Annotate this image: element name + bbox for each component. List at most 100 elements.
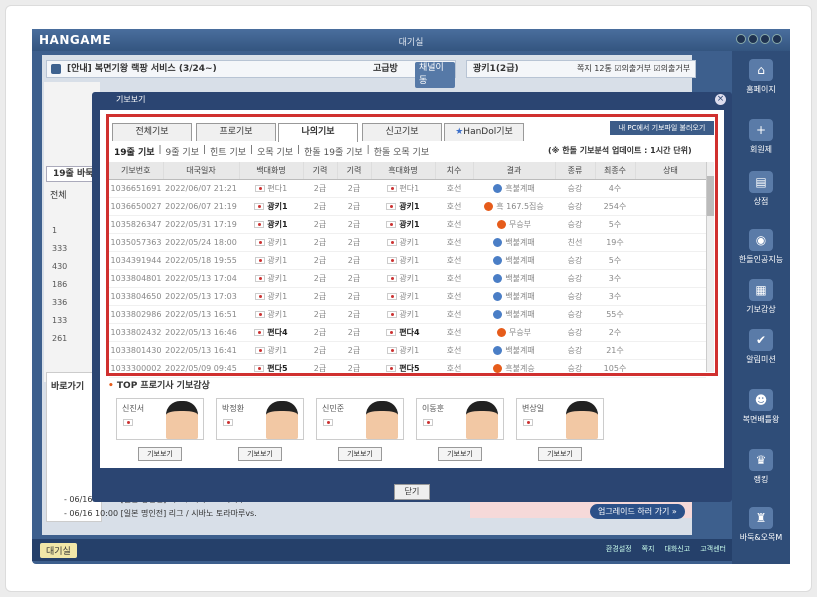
pro-card[interactable]: 이동훈 bbox=[416, 398, 504, 440]
sidebar-item-watch[interactable]: ▦ 기보감상 bbox=[736, 279, 786, 315]
column-header[interactable]: 흑대화명 bbox=[371, 162, 436, 180]
list-item[interactable]: 336 bbox=[52, 294, 67, 312]
waiting-room-label[interactable]: 대기실 bbox=[40, 543, 77, 558]
pro-card[interactable]: 신민준 bbox=[316, 398, 404, 440]
tab-19line[interactable]: 19줄 바둑 bbox=[46, 166, 98, 182]
tab-all-records[interactable]: 전체기보 bbox=[112, 123, 192, 141]
pro-card[interactable]: 신진서 bbox=[116, 398, 204, 440]
help-icon[interactable] bbox=[736, 34, 746, 44]
table-cell: 승강 bbox=[555, 323, 595, 342]
sidebar-label: 복면배틀왕 bbox=[742, 415, 780, 424]
table-row[interactable]: 1033300002 2022/05/09 09:45 편다5 2급 2급 편다5 호선… bbox=[109, 359, 706, 378]
column-header[interactable]: 기력 bbox=[303, 162, 338, 180]
tab-my-records[interactable]: 나의기보 bbox=[278, 123, 358, 142]
ticker-line[interactable]: - 06/16 10:00 [일본 명인전] 리그 / 시바노 토라마루vs. bbox=[64, 507, 257, 521]
subtab-handol-omok[interactable]: 한돌 오목 기보 bbox=[374, 145, 429, 158]
table-row[interactable]: 1036651691 2022/06/07 21:21 편다1 2급 2급 편다1 호선… bbox=[109, 179, 706, 198]
table-cell: 2급 bbox=[303, 215, 337, 234]
pro-card[interactable]: 변상일 bbox=[516, 398, 604, 440]
list-item[interactable]: 430 bbox=[52, 258, 67, 276]
cell-text: 백불계패 bbox=[505, 255, 535, 265]
korea-flag-icon bbox=[254, 220, 265, 228]
view-record-button[interactable]: 기보보기 bbox=[238, 447, 282, 461]
table-row[interactable]: 1034391944 2022/05/18 19:55 광키1 2급 2급 광키1 호선… bbox=[109, 251, 706, 270]
window-title: 대기실 bbox=[398, 38, 424, 48]
table-cell: 편다1 bbox=[239, 179, 303, 198]
tab-reported-records[interactable]: 신고기보 bbox=[362, 123, 442, 141]
load-pc-file-button[interactable]: 내 PC에서 기보파일 불러오기 bbox=[610, 121, 714, 135]
table-scrollbar[interactable] bbox=[706, 162, 714, 372]
cell-text: 2022/05/18 19:55 bbox=[165, 255, 237, 265]
column-header[interactable]: 치수 bbox=[435, 162, 474, 180]
table-row[interactable]: 1033802986 2022/05/13 16:51 광키1 2급 2급 광키1 호선… bbox=[109, 305, 706, 324]
column-header[interactable]: 최종수 bbox=[595, 162, 636, 180]
cell-text: 2022/05/24 18:00 bbox=[165, 237, 237, 247]
maximize-icon[interactable] bbox=[760, 34, 770, 44]
tab-pro-records[interactable]: 프로기보 bbox=[196, 123, 276, 141]
sidebar-item-plus[interactable]: + 회원제 bbox=[736, 119, 786, 155]
sidebar-item-home[interactable]: ⌂ 홈페이지 bbox=[736, 59, 786, 95]
close-icon[interactable] bbox=[772, 34, 782, 44]
minimize-icon[interactable] bbox=[748, 34, 758, 44]
list-item[interactable]: 333 bbox=[52, 240, 67, 258]
list-item[interactable]: 186 bbox=[52, 276, 67, 294]
dialog-close-button[interactable]: 닫기 bbox=[394, 484, 430, 500]
list-item[interactable]: 1 bbox=[52, 222, 67, 240]
close-icon[interactable]: × bbox=[715, 94, 726, 105]
settings-link[interactable]: 환경설정 bbox=[606, 544, 632, 554]
support-link[interactable]: 고객센터 bbox=[700, 544, 726, 554]
column-header[interactable]: 기보번호 bbox=[109, 162, 164, 180]
table-row[interactable]: 1033802432 2022/05/13 16:46 편다4 2급 2급 편다4 호선… bbox=[109, 323, 706, 342]
subtab-hint[interactable]: 힌트 기보 bbox=[210, 145, 246, 158]
subtab-9line[interactable]: 9줄 기보 bbox=[166, 145, 199, 158]
sidebar-item-mission[interactable]: ✔ 알림미션 bbox=[736, 329, 786, 365]
column-header[interactable]: 대국일자 bbox=[163, 162, 240, 180]
subtab-19line[interactable]: 19줄 기보 bbox=[114, 145, 155, 158]
table-cell: 백불계패 bbox=[473, 251, 555, 270]
view-record-button[interactable]: 기보보기 bbox=[538, 447, 582, 461]
scroll-thumb[interactable] bbox=[707, 176, 714, 216]
view-record-button[interactable]: 기보보기 bbox=[138, 447, 182, 461]
message-link[interactable]: 쪽지 bbox=[642, 544, 655, 554]
table-row[interactable]: 1033804801 2022/05/13 17:04 광키1 2급 2급 광키1 호선… bbox=[109, 269, 706, 288]
table-cell: 광키1 bbox=[239, 233, 303, 252]
cell-text: 호선 bbox=[446, 291, 462, 301]
table-cell: 광키1 bbox=[371, 215, 435, 234]
sidebar-item-ai[interactable]: ◉ 한돌인공지능 bbox=[736, 229, 786, 265]
column-header[interactable]: 결과 bbox=[473, 162, 556, 180]
list-item[interactable]: 133 bbox=[52, 312, 67, 330]
sidebar-item-shop[interactable]: ▤ 상점 bbox=[736, 171, 786, 207]
table-row[interactable]: 1033804650 2022/05/13 17:03 광키1 2급 2급 광키1 호선… bbox=[109, 287, 706, 306]
pro-card[interactable]: 박정환 bbox=[216, 398, 304, 440]
table-cell bbox=[635, 215, 706, 234]
view-record-button[interactable]: 기보보기 bbox=[438, 447, 482, 461]
cell-text: 광키1 bbox=[267, 201, 288, 211]
upgrade-button[interactable]: 업그레이드 하러 가기 » bbox=[590, 504, 685, 519]
subtab-handol-19[interactable]: 한돌 19줄 기보 bbox=[304, 145, 363, 158]
filter-all[interactable]: 전체 bbox=[50, 188, 67, 201]
column-header[interactable]: 백대화명 bbox=[239, 162, 304, 180]
column-header[interactable]: 종류 bbox=[555, 162, 596, 180]
announcement-text[interactable]: [안내] 복면기왕 랙팡 서비스 (3/24~) bbox=[67, 64, 217, 74]
sidebar-item-rank[interactable]: ♛ 랭킹 bbox=[736, 449, 786, 485]
cell-text: 편다1 bbox=[267, 183, 288, 193]
tab-handol-records[interactable]: ★HanDol기보 bbox=[444, 123, 524, 141]
cell-text: 2급 bbox=[347, 309, 361, 319]
sidebar-item-mask[interactable]: ☻ 복면배틀왕 bbox=[736, 389, 786, 425]
table-row[interactable]: 1035057363 2022/05/24 18:00 광키1 2급 2급 광키1 호선… bbox=[109, 233, 706, 252]
result-icon bbox=[493, 255, 503, 265]
subtab-omok[interactable]: 오목 기보 bbox=[257, 145, 293, 158]
sidebar-label: 회원제 bbox=[749, 145, 773, 154]
report-link[interactable]: 대화신고 bbox=[664, 544, 690, 554]
sidebar-item-mobile[interactable]: ♜ 바둑&오목M bbox=[736, 507, 786, 543]
view-record-button[interactable]: 기보보기 bbox=[338, 447, 382, 461]
cell-text: 광키1 bbox=[399, 345, 420, 355]
column-header[interactable]: 상태 bbox=[635, 162, 707, 180]
column-header[interactable]: 기력 bbox=[337, 162, 372, 180]
table-row[interactable]: 1033801430 2022/05/13 16:41 광키1 2급 2급 광키1 호선… bbox=[109, 341, 706, 360]
user-settings[interactable]: 쪽지 12통 ☑의출거부 ☑의출거부 bbox=[577, 61, 690, 77]
table-row[interactable]: 1036650027 2022/06/07 21:19 광키1 2급 2급 광키1 호선… bbox=[109, 197, 706, 216]
table-row[interactable]: 1035826347 2022/05/31 17:19 광키1 2급 2급 광키1 호선… bbox=[109, 215, 706, 234]
channel-move-button[interactable]: 채널이동 bbox=[415, 62, 455, 88]
list-item[interactable]: 261 bbox=[52, 330, 67, 348]
